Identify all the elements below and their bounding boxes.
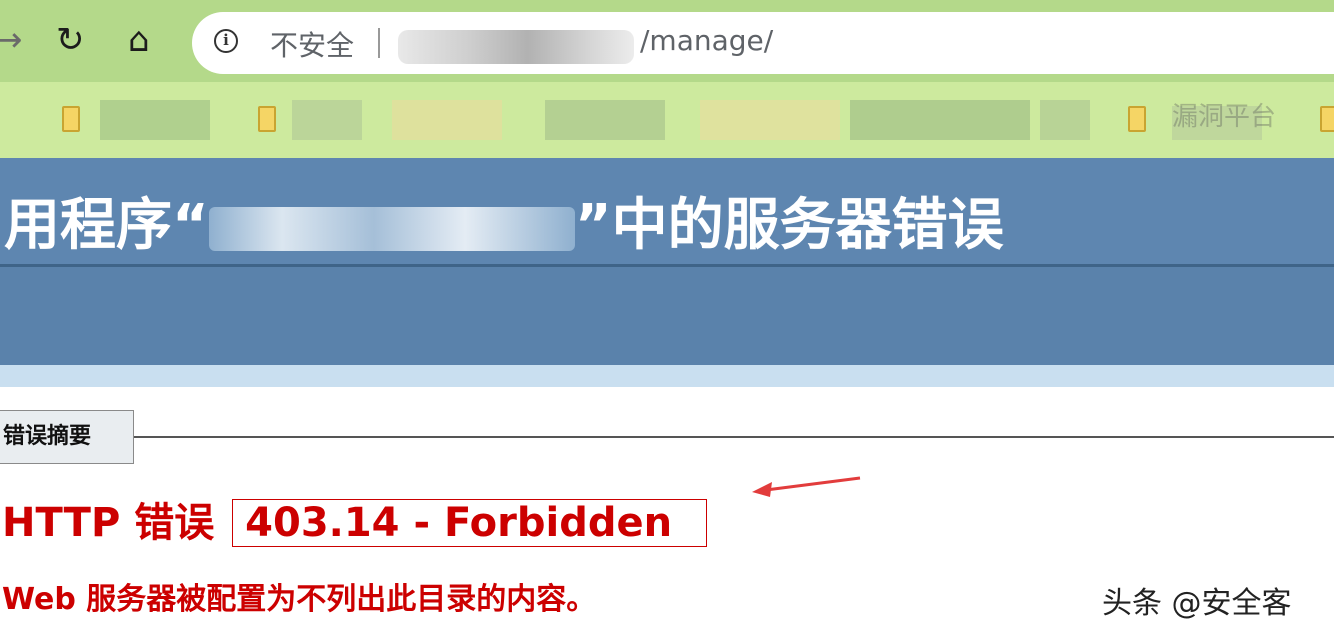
info-icon[interactable]: i [214, 29, 238, 53]
browser-toolbar: → ↻ ⌂ i 不安全 /manage/ [0, 0, 1334, 82]
url-path[interactable]: /manage/ [640, 24, 773, 57]
url-separator [378, 28, 380, 58]
redacted-host [398, 30, 634, 64]
bookmark-item[interactable] [700, 100, 840, 140]
bookmark-label[interactable]: 漏洞平台 [1172, 96, 1276, 133]
bookmark-item[interactable] [850, 100, 1030, 140]
error-header: 用程序“ ”中的服务器错误 [0, 158, 1334, 266]
error-code: 403.14 - Forbidden [232, 499, 708, 547]
bookmark-item[interactable] [100, 100, 210, 140]
annotation-arrow-icon [752, 476, 861, 497]
bookmark-item[interactable] [1040, 100, 1090, 140]
summary-divider [134, 436, 1334, 438]
bookmarks-bar [0, 82, 1334, 158]
redacted-app-name [208, 206, 575, 251]
bookmark-item[interactable] [292, 100, 362, 140]
reload-icon[interactable]: ↻ [56, 18, 85, 62]
bookmark-folder-icon[interactable] [62, 106, 80, 132]
http-error-label: HTTP 错误 [2, 500, 215, 546]
summary-tab: 错误摘要 [0, 410, 134, 464]
watermark: 头条 @安全客 [1102, 586, 1292, 621]
bookmark-item[interactable] [545, 100, 665, 140]
bookmark-folder-icon[interactable] [258, 106, 276, 132]
address-bar[interactable]: i 不安全 /manage/ [192, 12, 1334, 74]
header-band [0, 267, 1334, 365]
bookmark-folder-icon[interactable] [1320, 106, 1334, 132]
page-title: 用程序“ ”中的服务器错误 [4, 180, 1004, 261]
title-prefix: 用程序“ [4, 193, 209, 258]
security-label[interactable]: 不安全 [270, 24, 354, 64]
title-suffix: ”中的服务器错误 [574, 193, 1004, 258]
forward-icon[interactable]: → [0, 18, 23, 62]
error-description: Web 服务器被配置为不列出此目录的内容。 [2, 582, 597, 617]
bookmark-folder-icon[interactable] [1128, 106, 1146, 132]
header-strip [0, 365, 1334, 387]
bookmark-item[interactable] [392, 100, 502, 140]
home-icon[interactable]: ⌂ [128, 18, 150, 62]
error-heading: HTTP 错误 403.14 - Forbidden [2, 490, 708, 548]
